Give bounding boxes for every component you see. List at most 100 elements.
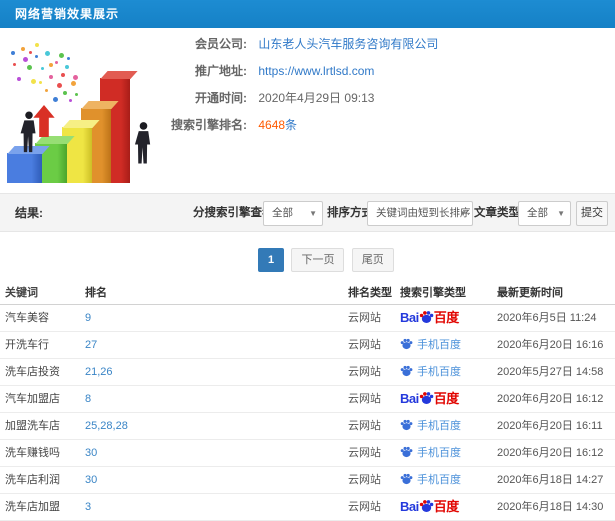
article-type-label: 文章类型 — [474, 207, 520, 219]
last-page-button[interactable]: 尾页 — [351, 248, 394, 272]
filter-bar: 结果: 分搜索引擎查看 全部 ▼ 排序方式 关键词由短到长排序 ▼ 文章类型 全… — [0, 193, 615, 232]
confetti-dot — [21, 47, 25, 51]
mobile-baidu-logo: 手机百度 — [400, 338, 461, 351]
rank-value[interactable]: 21,26 — [85, 359, 335, 385]
confetti-dot — [53, 97, 58, 102]
update-time-cell: 2020年6月20日 16:12 — [497, 393, 604, 405]
rank-value[interactable]: 3 — [85, 494, 335, 520]
next-page-button[interactable]: 下一页 — [291, 248, 345, 272]
rank-value[interactable]: 9 — [85, 305, 335, 331]
rank-value[interactable]: 25,28,28 — [85, 413, 335, 439]
rank-type-cell: 云网站 — [348, 420, 381, 432]
confetti-dot — [49, 63, 53, 67]
header-engine-type: 搜索引擎类型 — [400, 287, 466, 299]
confetti-dot — [65, 65, 69, 69]
rank-type-cell: 云网站 — [348, 447, 381, 459]
header-update-time: 最新更新时间 — [497, 287, 563, 299]
businessman-figure-left — [20, 111, 36, 153]
rank-type-cell: 云网站 — [348, 366, 381, 378]
sort-select-value: 关键词由短到长排序 — [376, 207, 471, 219]
mobile-baidu-logo: 手机百度 — [400, 473, 461, 486]
confetti-dot — [31, 79, 36, 84]
confetti-dot — [11, 51, 15, 55]
update-time-cell: 2020年6月18日 14:30 — [497, 501, 604, 513]
engine-cell: Bai 百度 — [400, 386, 495, 413]
header-rank: 排名 — [85, 287, 107, 299]
open-time-value: 2020年4月29日 09:13 — [258, 91, 375, 105]
baidu-paw-icon — [400, 419, 413, 431]
confetti-dot — [61, 73, 65, 77]
baidu-paw-icon — [400, 446, 413, 458]
confetti-dot — [49, 75, 53, 79]
company-link[interactable]: 山东老人头汽车服务咨询有限公司 — [258, 37, 438, 51]
table-row: 洗车店投资 21,26 云网站 手机百度 2020年5月27日 14:58 — [0, 359, 615, 386]
update-time-cell: 2020年6月5日 11:24 — [497, 312, 597, 324]
baidu-paw-icon — [400, 365, 413, 377]
baidu-paw-icon — [419, 500, 434, 512]
engine-cell: Bai 百度 — [400, 305, 495, 332]
article-type-select[interactable]: 全部 ▼ — [518, 201, 571, 226]
rank-type-cell: 云网站 — [348, 474, 381, 486]
baidu-paw-icon — [419, 392, 434, 404]
ranking-value: 4648条 — [258, 118, 297, 132]
engine-filter-label: 分搜索引擎查看 — [193, 207, 274, 219]
mobile-baidu-logo: 手机百度 — [400, 419, 461, 432]
engine-cell: 手机百度 — [400, 332, 495, 358]
results-table: 关键词 排名 排名类型 搜索引擎类型 最新更新时间 汽车美容 9 云网站 Bai 百度… — [0, 283, 615, 521]
keyword-cell: 洗车赚钱吗 — [5, 447, 60, 459]
info-row-url: 推广地址: https://www.lrtlsd.com — [115, 58, 610, 85]
illustration-bar-blue — [7, 146, 50, 183]
engine-cell: Bai 百度 — [400, 494, 495, 521]
table-row: 洗车店利润 30 云网站 手机百度 2020年6月18日 14:27 — [0, 467, 615, 494]
engine-select[interactable]: 全部 ▼ — [263, 201, 323, 226]
keyword-cell: 汽车美容 — [5, 312, 49, 324]
baidu-paw-icon — [419, 311, 434, 323]
confetti-dot — [71, 81, 76, 86]
mobile-baidu-icon — [400, 332, 413, 358]
confetti-dot — [57, 83, 62, 88]
confetti-dot — [67, 57, 70, 60]
keyword-cell: 洗车店投资 — [5, 366, 60, 378]
rank-value[interactable]: 30 — [85, 467, 335, 493]
confetti-dot — [59, 53, 64, 58]
confetti-dot — [45, 89, 48, 92]
table-row: 汽车美容 9 云网站 Bai 百度 2020年6月5日 11:24 — [0, 305, 615, 332]
table-row: 开洗车行 27 云网站 手机百度 2020年6月20日 16:16 — [0, 332, 615, 359]
rank-value[interactable]: 30 — [85, 440, 335, 466]
info-row-company: 会员公司: 山东老人头汽车服务咨询有限公司 — [115, 31, 610, 58]
mobile-baidu-icon — [400, 413, 413, 439]
mobile-baidu-logo: 手机百度 — [400, 446, 461, 459]
engine-cell: 手机百度 — [400, 359, 495, 385]
submit-button[interactable]: 提交 — [576, 201, 608, 226]
confetti-dot — [17, 77, 21, 81]
baidu-paw-icon — [400, 338, 413, 350]
promotion-url-label: 推广地址: — [195, 64, 247, 78]
confetti-dot — [63, 91, 67, 95]
confetti-dot — [75, 93, 78, 96]
mobile-baidu-logo: 手机百度 — [400, 365, 461, 378]
confetti-dot — [41, 67, 44, 70]
result-label: 结果: — [15, 206, 43, 220]
keyword-cell: 加盟洗车店 — [5, 420, 60, 432]
header-keyword: 关键词 — [5, 287, 38, 299]
promotion-url-link[interactable]: https://www.lrtlsd.com — [258, 64, 374, 78]
member-info-panel: 会员公司: 山东老人头汽车服务咨询有限公司 推广地址: https://www.… — [115, 31, 610, 139]
baidu-paw-icon — [400, 473, 413, 485]
info-row-ranking: 搜索引擎排名: 4648条 — [115, 112, 610, 139]
confetti-dot — [35, 43, 39, 47]
rank-type-cell: 云网站 — [348, 339, 381, 351]
rank-value[interactable]: 27 — [85, 332, 335, 358]
update-time-cell: 2020年5月27日 14:58 — [497, 366, 604, 378]
update-time-cell: 2020年6月20日 16:12 — [497, 447, 604, 459]
confetti-dot — [55, 61, 58, 64]
page-button-1[interactable]: 1 — [258, 248, 285, 272]
engine-cell: 手机百度 — [400, 440, 495, 466]
confetti-dot — [35, 55, 38, 58]
article-type-select-value: 全部 — [527, 207, 548, 219]
rank-type-cell: 云网站 — [348, 312, 381, 324]
baidu-logo: Bai 百度 — [400, 499, 459, 514]
pagination: 1 下一页 尾页 — [258, 248, 398, 272]
update-time-cell: 2020年6月20日 16:16 — [497, 339, 604, 351]
rank-value[interactable]: 8 — [85, 386, 335, 412]
sort-select[interactable]: 关键词由短到长排序 ▼ — [367, 201, 473, 226]
